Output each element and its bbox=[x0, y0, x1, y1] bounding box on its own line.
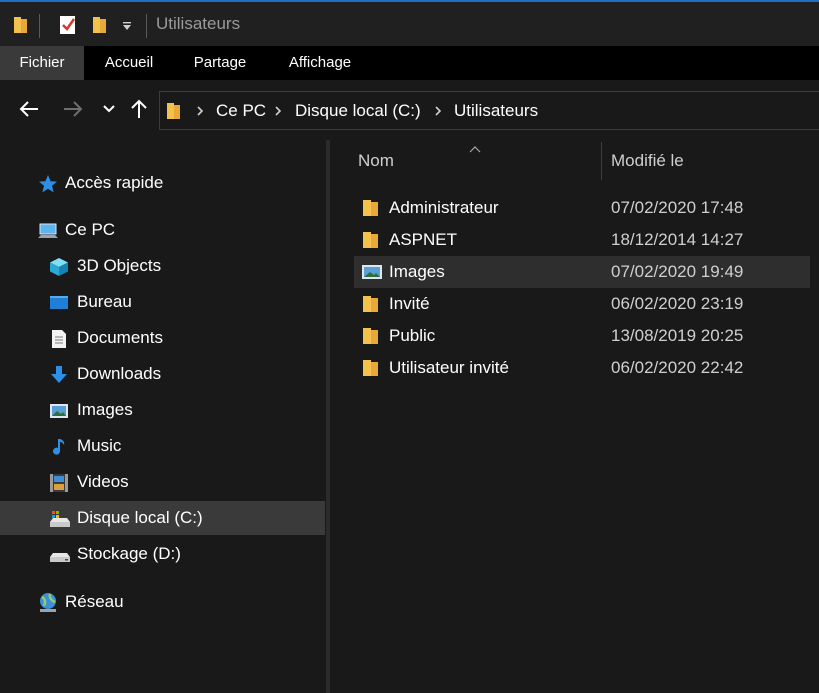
sidebar-item-label: 3D Objects bbox=[77, 256, 162, 275]
sidebar-item-quick-access[interactable]: Accès rapide bbox=[0, 167, 320, 199]
breadcrumb-chevron-icon[interactable] bbox=[196, 92, 204, 129]
folder-icon bbox=[361, 359, 381, 377]
window-title: Utilisateurs bbox=[156, 14, 241, 33]
computer-icon bbox=[37, 220, 58, 240]
breadcrumb-chevron-icon[interactable] bbox=[274, 92, 282, 129]
breadcrumb-ce-pc[interactable]: Ce PC bbox=[216, 92, 266, 129]
file-date-modified: 13/08/2019 20:25 bbox=[611, 326, 744, 345]
folder-icon[interactable] bbox=[12, 15, 30, 35]
tab-fichier[interactable]: Fichier bbox=[0, 46, 84, 80]
sidebar-item-this-pc[interactable]: Ce PC bbox=[0, 214, 320, 246]
sidebar-item-local-disk-c[interactable]: Disque local (C:) bbox=[0, 502, 320, 534]
sidebar-item-label: Accès rapide bbox=[65, 173, 164, 192]
forward-arrow-icon[interactable] bbox=[58, 94, 88, 124]
sidebar-item-videos[interactable]: Videos bbox=[0, 466, 320, 498]
file-row[interactable]: ASPNET 18/12/2014 14:27 bbox=[354, 224, 810, 256]
file-date-modified: 07/02/2020 19:49 bbox=[611, 262, 744, 281]
file-date-modified: 06/02/2020 22:42 bbox=[611, 358, 744, 377]
file-name: Invité bbox=[389, 294, 430, 313]
sidebar-item-label: Documents bbox=[77, 328, 163, 347]
recent-locations-chevron-icon[interactable] bbox=[94, 94, 124, 124]
file-date-modified: 07/02/2020 17:48 bbox=[611, 198, 744, 217]
file-row[interactable]: Public 13/08/2019 20:25 bbox=[354, 320, 810, 352]
sidebar-item-storage-d[interactable]: Stockage (D:) bbox=[0, 538, 320, 570]
sidebar-item-downloads[interactable]: Downloads bbox=[0, 358, 320, 390]
sidebar-item-label: Ce PC bbox=[65, 220, 116, 239]
sidebar-item-3d-objects[interactable]: 3D Objects bbox=[0, 250, 320, 282]
ribbon-tabs: Fichier Accueil Partage Affichage bbox=[0, 46, 819, 80]
drive-icon bbox=[49, 544, 70, 564]
sidebar-item-images[interactable]: Images bbox=[0, 394, 320, 426]
folder-icon bbox=[361, 231, 381, 249]
file-date-modified: 18/12/2014 14:27 bbox=[611, 230, 744, 249]
sidebar-item-label: Downloads bbox=[77, 364, 162, 383]
local-disk-icon bbox=[49, 508, 70, 528]
file-list-pane: Nom Modifié le Administrateur 07/02/2020… bbox=[330, 140, 819, 693]
tab-affichage[interactable]: Affichage bbox=[272, 46, 368, 80]
folder-icon bbox=[361, 327, 381, 345]
file-name: Utilisateur invité bbox=[389, 358, 509, 377]
sidebar-item-network[interactable]: Réseau bbox=[0, 586, 320, 618]
file-row[interactable]: Utilisateur invité 06/02/2020 22:42 bbox=[354, 352, 810, 384]
network-icon bbox=[37, 592, 57, 612]
tab-partage[interactable]: Partage bbox=[178, 46, 262, 80]
star-icon bbox=[38, 173, 58, 193]
column-header-name[interactable]: Nom bbox=[358, 140, 598, 182]
pictures-icon bbox=[49, 400, 69, 420]
file-name: Public bbox=[389, 326, 436, 345]
file-date-modified: 06/02/2020 23:19 bbox=[611, 294, 744, 313]
desktop-icon bbox=[49, 292, 69, 312]
sidebar-item-bureau[interactable]: Bureau bbox=[0, 286, 320, 318]
folder-icon bbox=[361, 295, 381, 313]
sidebar-item-label: Images bbox=[77, 400, 133, 419]
column-separator[interactable] bbox=[601, 142, 602, 180]
3d-objects-icon bbox=[49, 256, 69, 276]
breadcrumb-chevron-icon[interactable] bbox=[434, 92, 442, 129]
folder-icon bbox=[166, 101, 182, 121]
sidebar-item-music[interactable]: Music bbox=[0, 430, 320, 462]
file-row[interactable]: Administrateur 07/02/2020 17:48 bbox=[354, 192, 810, 224]
file-explorer-window: Utilisateurs Fichier Accueil Partage Aff… bbox=[0, 0, 819, 693]
titlebar-separator bbox=[39, 14, 40, 38]
file-row[interactable]: Images 07/02/2020 19:49 bbox=[354, 256, 810, 288]
sidebar-item-label: Disque local (C:) bbox=[77, 508, 203, 527]
up-arrow-icon[interactable] bbox=[124, 94, 154, 124]
sidebar-item-documents[interactable]: Documents bbox=[0, 322, 320, 354]
pictures-folder-icon bbox=[361, 263, 382, 281]
tab-accueil[interactable]: Accueil bbox=[88, 46, 170, 80]
sidebar-item-label: Music bbox=[77, 436, 122, 455]
sidebar-item-label: Videos bbox=[77, 472, 129, 491]
downloads-icon bbox=[49, 364, 69, 384]
title-bar: Utilisateurs bbox=[0, 0, 819, 46]
column-header-modified[interactable]: Modifié le bbox=[611, 140, 811, 182]
customize-dropdown-icon[interactable] bbox=[121, 19, 133, 31]
file-name: Administrateur bbox=[389, 198, 499, 217]
file-name: Images bbox=[389, 262, 445, 281]
address-bar[interactable]: Ce PC Disque local (C:) Utilisateurs bbox=[159, 91, 819, 130]
sidebar-item-label: Stockage (D:) bbox=[77, 544, 181, 563]
breadcrumb-utilisateurs[interactable]: Utilisateurs bbox=[454, 92, 538, 129]
file-name: ASPNET bbox=[389, 230, 458, 249]
navigation-bar: Ce PC Disque local (C:) Utilisateurs bbox=[0, 80, 819, 140]
titlebar-separator bbox=[146, 14, 147, 38]
properties-check-icon[interactable] bbox=[58, 14, 78, 36]
documents-icon bbox=[49, 328, 69, 348]
folder-icon bbox=[361, 199, 381, 217]
file-row[interactable]: Invité 06/02/2020 23:19 bbox=[354, 288, 810, 320]
sidebar-item-label: Bureau bbox=[77, 292, 132, 311]
sidebar-item-label: Réseau bbox=[65, 592, 124, 611]
music-icon bbox=[49, 436, 69, 456]
back-arrow-icon[interactable] bbox=[14, 94, 44, 124]
new-folder-icon[interactable] bbox=[91, 14, 109, 36]
videos-icon bbox=[49, 472, 69, 492]
navigation-pane: Accès rapide Ce PC 3D Objects Bureau Doc bbox=[0, 140, 330, 693]
breadcrumb-disque-local[interactable]: Disque local (C:) bbox=[295, 92, 421, 129]
